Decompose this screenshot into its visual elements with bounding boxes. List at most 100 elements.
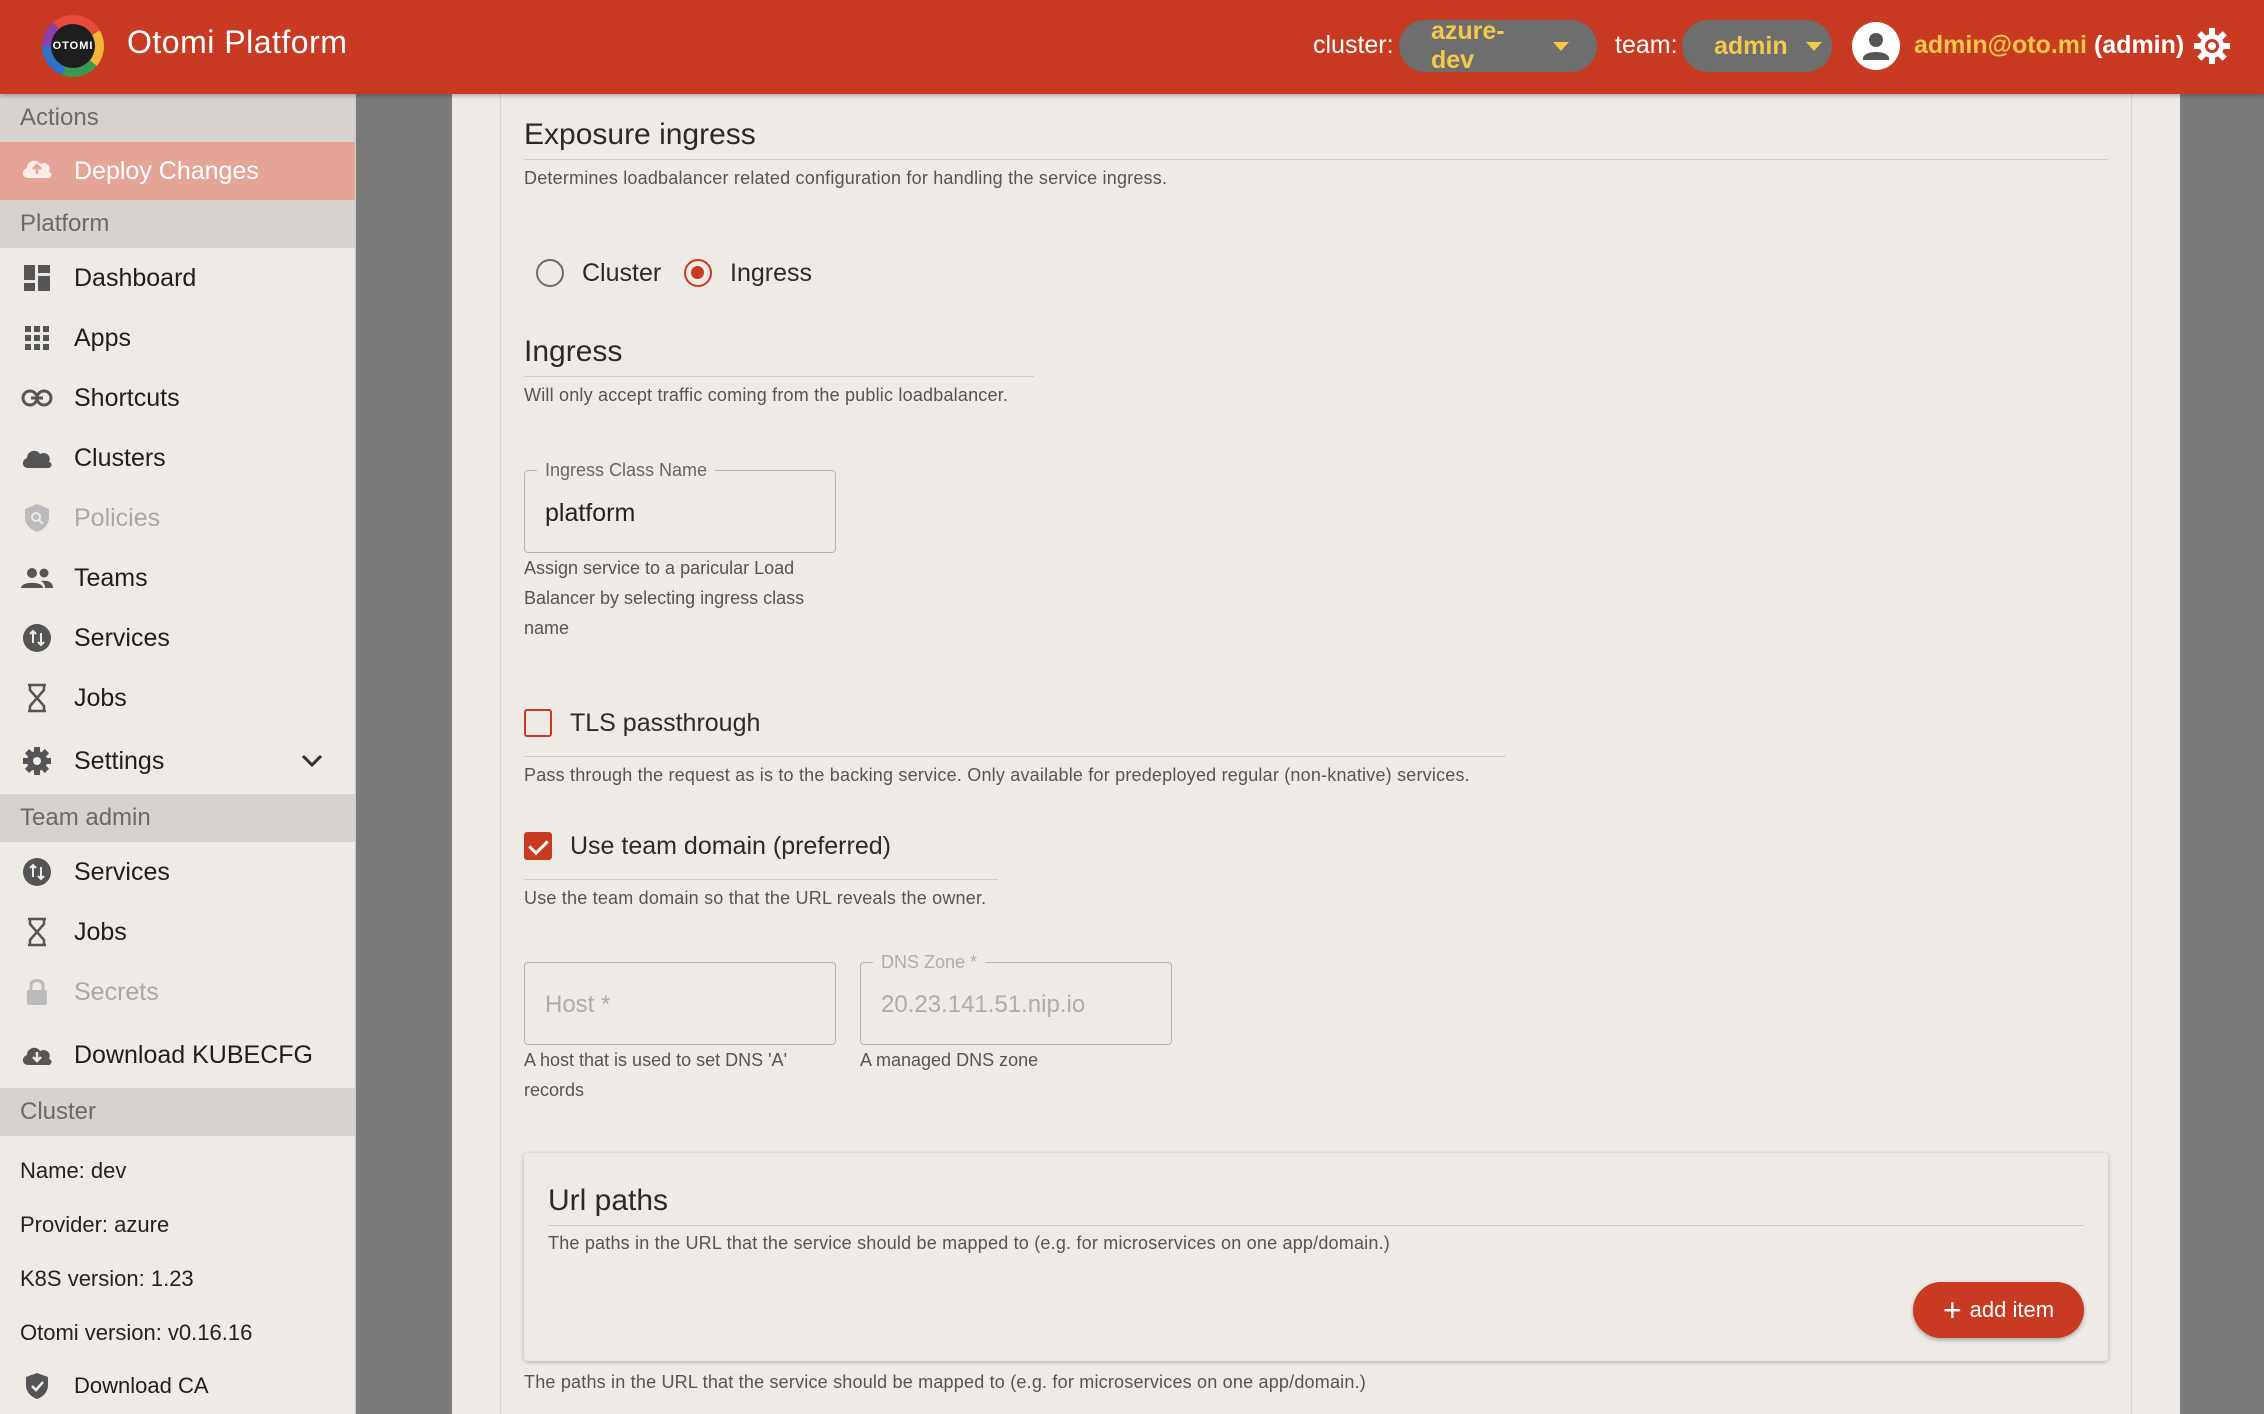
- helper-line: Assign service to a paricular Load: [524, 558, 795, 578]
- cloud-upload-icon: [20, 156, 54, 187]
- cluster-select-value: azure-dev: [1431, 17, 1505, 74]
- otomi-version: Otomi version: v0.16.16: [20, 1320, 253, 1345]
- sidebar-item-label: Download KUBECFG: [74, 1040, 313, 1069]
- swap-icon: [20, 855, 54, 889]
- link-icon: [20, 381, 54, 415]
- team-label: team:: [1615, 31, 1678, 59]
- top-app-bar: OTOMI Otomi Platform cluster: azure-dev …: [0, 0, 2264, 94]
- url-paths-footer: The paths in the URL that the service sh…: [524, 1372, 1366, 1392]
- sidebar-item-apps[interactable]: Apps: [0, 308, 355, 368]
- cluster-provider: Provider: azure: [20, 1212, 170, 1237]
- swap-icon: [20, 621, 54, 655]
- exposure-ingress-title: Exposure ingress: [524, 118, 756, 151]
- dns-zone-value: 20.23.141.51.nip.io: [881, 991, 1086, 1018]
- host-field[interactable]: Host *: [524, 962, 836, 1045]
- cloud-download-icon: [20, 1038, 54, 1072]
- ingress-class-helper: Assign service to a paricular Load Balan…: [524, 553, 804, 643]
- cluster-name: Name: dev: [20, 1158, 127, 1183]
- radio-cluster-label[interactable]: Cluster: [582, 259, 661, 288]
- sidebar-item-team-jobs[interactable]: Jobs: [0, 902, 355, 962]
- cluster-section-header: Cluster: [0, 1088, 355, 1136]
- person-icon: [1863, 33, 1889, 60]
- team-select[interactable]: admin: [1682, 20, 1832, 72]
- helper-line: name: [524, 618, 570, 638]
- use-team-domain-checkbox[interactable]: [524, 832, 552, 860]
- k8s-version: K8S version: 1.23: [20, 1266, 194, 1291]
- helper-line: records: [524, 1080, 585, 1100]
- cluster-select[interactable]: azure-dev: [1399, 17, 1597, 74]
- dns-zone-field[interactable]: DNS Zone * 20.23.141.51.nip.io: [860, 952, 1172, 1045]
- sidebar-item-download-kubecfg[interactable]: Download KUBECFG: [0, 1022, 355, 1088]
- sidebar-item-label: Services: [74, 857, 170, 886]
- radio-ingress-label[interactable]: Ingress: [730, 259, 812, 288]
- sidebar-item-label: Apps: [74, 323, 131, 352]
- cluster-label: cluster:: [1313, 31, 1394, 59]
- download-ca-link[interactable]: Download CA: [0, 1360, 355, 1412]
- hourglass-icon: [20, 915, 54, 949]
- sidebar-item-label: Teams: [74, 563, 148, 592]
- sidebar-item-dashboard[interactable]: Dashboard: [0, 248, 355, 308]
- sidebar: Actions Deploy Changes Platform Dashboar…: [0, 94, 356, 1414]
- theme-toggle-icon[interactable]: [2192, 26, 2232, 66]
- sidebar-item-teams[interactable]: Teams: [0, 548, 355, 608]
- user-info[interactable]: admin@oto.mi (admin): [1914, 31, 2184, 60]
- logo-text: OTOMI: [51, 24, 95, 68]
- radio-cluster[interactable]: [536, 259, 564, 287]
- tls-passthrough-checkbox[interactable]: [524, 709, 552, 737]
- user-email: admin@oto.mi: [1914, 31, 2087, 59]
- use-team-domain-label[interactable]: Use team domain (preferred): [570, 832, 891, 861]
- user-role: (admin): [2093, 31, 2185, 59]
- sidebar-item-team-services[interactable]: Services: [0, 842, 355, 902]
- sidebar-item-shortcuts[interactable]: Shortcuts: [0, 368, 355, 428]
- host-helper: A host that is used to set DNS 'A' recor…: [524, 1045, 787, 1105]
- avatar[interactable]: [1852, 22, 1900, 70]
- sidebar-item-secrets[interactable]: Secrets: [0, 962, 355, 1022]
- sidebar-item-clusters[interactable]: Clusters: [0, 428, 355, 488]
- download-ca-label: Download CA: [74, 1373, 209, 1398]
- actions-section-header: Actions: [0, 94, 355, 142]
- app-title: Otomi Platform: [127, 24, 348, 60]
- chevron-down-icon: [301, 746, 323, 775]
- sidebar-item-label: Shortcuts: [74, 383, 180, 412]
- dns-zone-helper: A managed DNS zone: [860, 1050, 1039, 1070]
- verified-shield-icon: [20, 1369, 54, 1403]
- platform-section-header: Platform: [0, 200, 355, 248]
- use-team-domain-description: Use the team domain so that the URL reve…: [524, 888, 987, 908]
- ingress-description: Will only accept traffic coming from the…: [524, 385, 1009, 405]
- helper-line: A host that is used to set DNS 'A': [524, 1050, 788, 1070]
- sidebar-item-label: Clusters: [74, 443, 166, 472]
- sidebar-item-jobs[interactable]: Jobs: [0, 668, 355, 728]
- radio-ingress[interactable]: [684, 259, 712, 287]
- chevron-down-icon: [1805, 41, 1822, 51]
- gear-icon: [20, 744, 54, 778]
- sidebar-item-settings[interactable]: Settings: [0, 728, 355, 794]
- url-paths-title: Url paths: [548, 1184, 669, 1217]
- url-paths-panel: [524, 1153, 2108, 1361]
- ingress-title: Ingress: [524, 335, 623, 368]
- plus-icon: +: [1942, 1292, 1962, 1328]
- ingress-class-field[interactable]: Ingress Class Name platform: [524, 460, 836, 553]
- apps-grid-icon: [20, 321, 54, 355]
- tls-passthrough-label[interactable]: TLS passthrough: [570, 709, 760, 738]
- sidebar-item-services[interactable]: Services: [0, 608, 355, 668]
- section-divider: [548, 1225, 2084, 1226]
- chevron-down-icon: [1553, 41, 1569, 51]
- deploy-changes-button[interactable]: Deploy Changes: [0, 142, 355, 200]
- section-divider: [524, 376, 1034, 377]
- people-icon: [20, 561, 54, 595]
- cloud-icon: [20, 441, 54, 475]
- dns-zone-label: DNS Zone *: [873, 952, 986, 973]
- hourglass-icon: [20, 681, 54, 715]
- add-item-button[interactable]: + add item: [1913, 1282, 2084, 1338]
- section-divider: [524, 159, 2108, 160]
- sidebar-item-label: Policies: [74, 503, 161, 532]
- sidebar-item-label: Secrets: [74, 977, 159, 1006]
- deploy-changes-label: Deploy Changes: [74, 156, 259, 185]
- otomi-logo[interactable]: OTOMI: [42, 15, 104, 77]
- sidebar-item-policies[interactable]: Policies: [0, 488, 355, 548]
- section-divider: [524, 879, 998, 880]
- tls-passthrough-description: Pass through the request as is to the ba…: [524, 765, 1470, 785]
- sidebar-item-label: Jobs: [74, 683, 127, 712]
- ingress-class-value: platform: [545, 499, 636, 527]
- sidebar-item-label: Services: [74, 623, 170, 652]
